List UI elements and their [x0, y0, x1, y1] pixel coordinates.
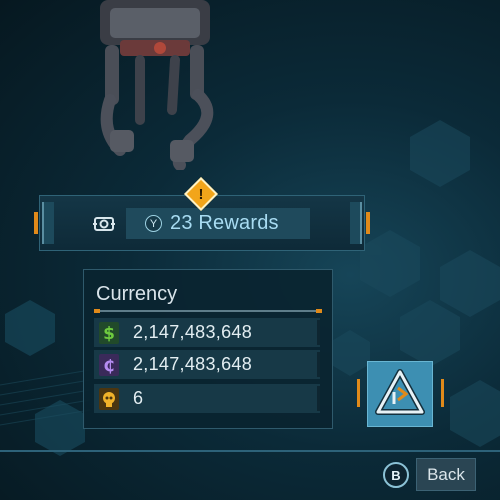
rewards-bar-left-tick — [34, 212, 38, 234]
shift-code-tile[interactable] — [367, 361, 433, 427]
currency-row-cash: $ 2,147,483,648 — [94, 318, 320, 347]
skull-token-value: 6 — [133, 388, 144, 408]
back-button[interactable]: Back — [416, 458, 476, 491]
rewards-button[interactable]: Y 23 Rewards — [126, 208, 310, 239]
currency-row-skull: 6 — [94, 384, 320, 413]
skull-token-icon — [97, 386, 121, 412]
rewards-bar-right-cap — [350, 202, 362, 244]
shift-triangle-icon — [375, 369, 425, 415]
prestige-right-tick — [441, 379, 444, 407]
eridium-value: 2,147,483,648 — [133, 354, 253, 374]
rewards-bar-left-cap — [42, 202, 54, 244]
currency-title: Currency — [96, 283, 178, 305]
prestige-left-tick — [357, 379, 360, 407]
dollar-credits-icon: $ — [97, 320, 121, 346]
exclamation-icon: ! — [198, 185, 204, 203]
b-button-icon: B — [383, 462, 409, 488]
cash-value: 2,147,483,648 — [133, 322, 253, 342]
currency-row-eridium: ₵ 2,147,483,648 — [94, 350, 320, 379]
svg-text:₵: ₵ — [103, 356, 114, 375]
eridium-currency-icon: ₵ — [97, 352, 121, 378]
currency-divider — [94, 309, 322, 313]
robot-character-image — [100, 0, 214, 170]
footer-divider — [0, 450, 500, 452]
rewards-label: 23 Rewards — [170, 212, 279, 234]
y-button-icon: Y — [145, 215, 162, 232]
currency-panel: Currency $ 2,147,483,648 ₵ 2,147,483,648… — [83, 269, 333, 429]
rewards-bar-right-tick — [366, 212, 370, 234]
reward-crate-icon — [93, 217, 115, 231]
svg-text:$: $ — [103, 324, 115, 344]
